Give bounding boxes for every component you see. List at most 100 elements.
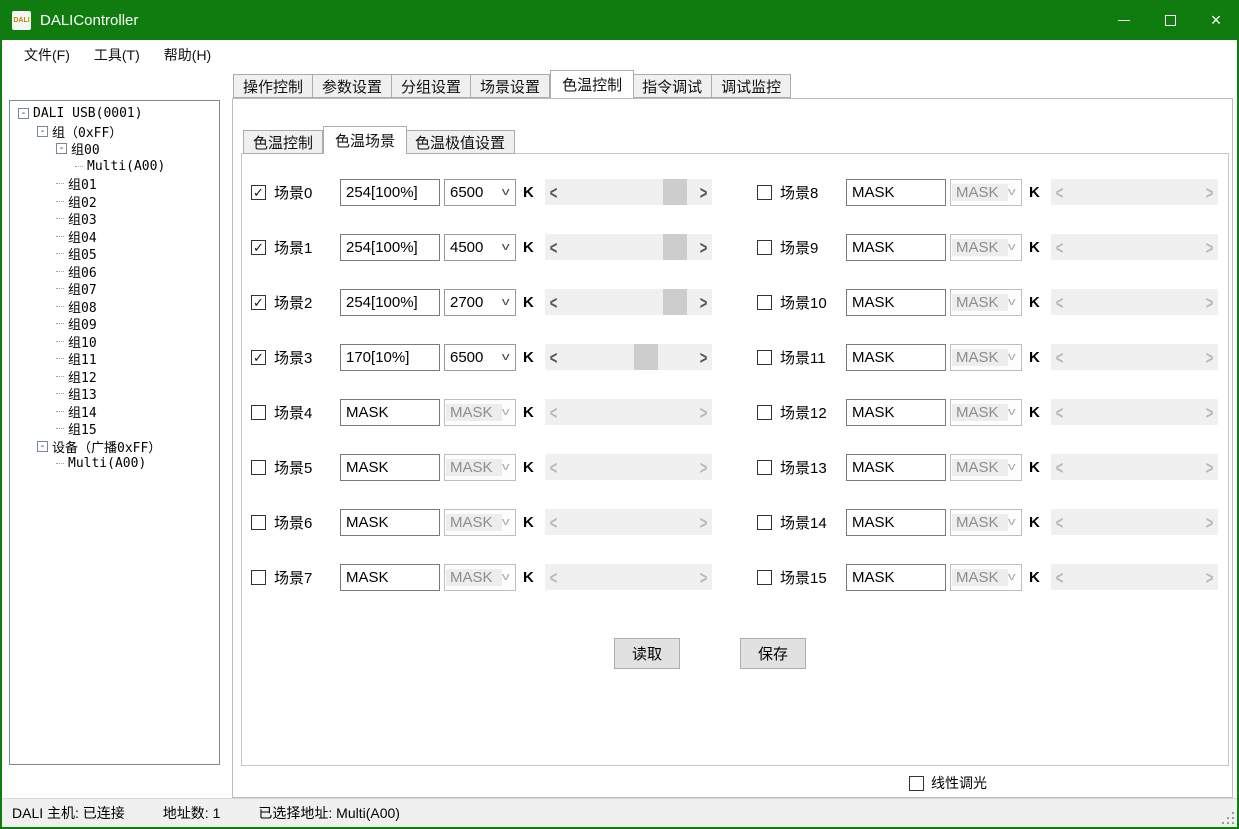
scene-level-input[interactable] (846, 564, 946, 591)
scrollbar-thumb[interactable] (663, 179, 687, 205)
tree-item[interactable]: 组04 (10, 228, 219, 246)
scene-level-input[interactable] (846, 234, 946, 261)
color-temp-select[interactable]: 2700v (444, 289, 516, 316)
scroll-right-icon[interactable]: > (695, 292, 712, 313)
color-temp-select[interactable]: MASKv (950, 289, 1022, 316)
tree-item[interactable]: 组14 (10, 403, 219, 421)
scene-checkbox[interactable]: ✓ (251, 350, 266, 365)
color-temp-select[interactable]: MASKv (950, 399, 1022, 426)
color-temp-select[interactable]: MASKv (950, 179, 1022, 206)
subtab-色温控制[interactable]: 色温控制 (243, 130, 323, 154)
device-tree[interactable]: -DALI USB(0001)-组（0xFF）-组00Multi(A00)组01… (9, 100, 220, 765)
scene-level-input[interactable] (340, 234, 440, 261)
tree-item[interactable]: 组05 (10, 245, 219, 263)
scrollbar-track[interactable] (562, 179, 695, 205)
scene-level-input[interactable] (340, 344, 440, 371)
color-temp-select[interactable]: MASKv (444, 454, 516, 481)
tree-item[interactable]: 组13 (10, 385, 219, 403)
scrollbar-track[interactable] (562, 234, 695, 260)
scene-checkbox[interactable] (757, 515, 772, 530)
scene-checkbox[interactable]: ✓ (251, 295, 266, 310)
tree-item[interactable]: 组07 (10, 280, 219, 298)
scene-checkbox[interactable]: ✓ (251, 240, 266, 255)
tab-场景设置[interactable]: 场景设置 (471, 74, 550, 98)
color-temp-select[interactable]: MASKv (444, 399, 516, 426)
tree-item[interactable]: 组01 (10, 175, 219, 193)
tab-操作控制[interactable]: 操作控制 (233, 74, 313, 98)
linear-dimming-checkbox[interactable] (909, 776, 924, 791)
tree-item[interactable]: -DALI USB(0001) (10, 105, 219, 123)
scroll-right-icon[interactable]: > (695, 182, 712, 203)
scrollbar-thumb[interactable] (663, 234, 687, 260)
tree-item[interactable]: 组15 (10, 420, 219, 438)
tree-item[interactable]: -组00 (10, 140, 219, 158)
menu-item-文件(F)[interactable]: 文件(F) (12, 40, 82, 70)
scrollbar-track[interactable] (562, 289, 695, 315)
color-temp-scrollbar[interactable]: <> (545, 234, 712, 260)
minimize-button[interactable] (1101, 0, 1147, 40)
scene-level-input[interactable] (846, 344, 946, 371)
color-temp-select[interactable]: 6500v (444, 344, 516, 371)
color-temp-select[interactable]: MASKv (950, 454, 1022, 481)
close-button[interactable]: × (1193, 0, 1239, 40)
tree-expander-icon[interactable]: - (18, 108, 29, 119)
subtab-色温场景[interactable]: 色温场景 (323, 126, 407, 154)
color-temp-scrollbar[interactable]: <> (545, 344, 712, 370)
maximize-button[interactable] (1147, 0, 1193, 40)
scene-level-input[interactable] (846, 509, 946, 536)
tree-item[interactable]: Multi(A00) (10, 158, 219, 176)
scene-level-input[interactable] (846, 289, 946, 316)
scene-level-input[interactable] (846, 454, 946, 481)
subtab-色温极值设置[interactable]: 色温极值设置 (406, 130, 515, 154)
color-temp-select[interactable]: 6500v (444, 179, 516, 206)
scene-level-input[interactable] (340, 454, 440, 481)
color-temp-select[interactable]: MASKv (950, 344, 1022, 371)
color-temp-select[interactable]: MASKv (950, 564, 1022, 591)
tree-expander-icon[interactable]: - (37, 441, 48, 452)
scene-checkbox[interactable] (251, 405, 266, 420)
scene-checkbox[interactable] (757, 405, 772, 420)
save-button[interactable]: 保存 (740, 638, 806, 669)
scene-level-input[interactable] (846, 399, 946, 426)
menu-item-帮助(H)[interactable]: 帮助(H) (152, 40, 223, 70)
scene-checkbox[interactable] (757, 185, 772, 200)
scroll-left-icon[interactable]: < (545, 292, 562, 313)
tree-expander-icon[interactable]: - (56, 143, 67, 154)
tree-item[interactable]: -组（0xFF） (10, 123, 219, 141)
color-temp-select[interactable]: MASKv (950, 509, 1022, 536)
tree-item[interactable]: Multi(A00) (10, 455, 219, 473)
tree-item[interactable]: -设备（广播0xFF） (10, 438, 219, 456)
tab-色温控制[interactable]: 色温控制 (550, 70, 634, 98)
scene-checkbox[interactable] (757, 295, 772, 310)
tab-参数设置[interactable]: 参数设置 (313, 74, 392, 98)
scroll-left-icon[interactable]: < (545, 347, 562, 368)
scrollbar-thumb[interactable] (663, 289, 687, 315)
tree-item[interactable]: 组10 (10, 333, 219, 351)
color-temp-select[interactable]: MASKv (444, 564, 516, 591)
read-button[interactable]: 读取 (614, 638, 680, 669)
tree-item[interactable]: 组02 (10, 193, 219, 211)
scrollbar-track[interactable] (562, 344, 695, 370)
scrollbar-thumb[interactable] (634, 344, 658, 370)
scene-level-input[interactable] (340, 179, 440, 206)
tab-调试监控[interactable]: 调试监控 (712, 74, 791, 98)
tree-item[interactable]: 组08 (10, 298, 219, 316)
scene-checkbox[interactable] (251, 570, 266, 585)
scroll-right-icon[interactable]: > (695, 237, 712, 258)
color-temp-select[interactable]: MASKv (444, 509, 516, 536)
tree-expander-icon[interactable]: - (37, 126, 48, 137)
tab-分组设置[interactable]: 分组设置 (392, 74, 471, 98)
color-temp-select[interactable]: MASKv (950, 234, 1022, 261)
tree-item[interactable]: 组11 (10, 350, 219, 368)
color-temp-scrollbar[interactable]: <> (545, 179, 712, 205)
tree-item[interactable]: 组12 (10, 368, 219, 386)
scroll-right-icon[interactable]: > (695, 347, 712, 368)
scene-level-input[interactable] (340, 289, 440, 316)
scene-checkbox[interactable] (757, 460, 772, 475)
scene-level-input[interactable] (846, 179, 946, 206)
resize-grip[interactable] (1222, 812, 1234, 824)
scene-checkbox[interactable]: ✓ (251, 185, 266, 200)
color-temp-select[interactable]: 4500v (444, 234, 516, 261)
scene-level-input[interactable] (340, 399, 440, 426)
scene-checkbox[interactable] (251, 460, 266, 475)
